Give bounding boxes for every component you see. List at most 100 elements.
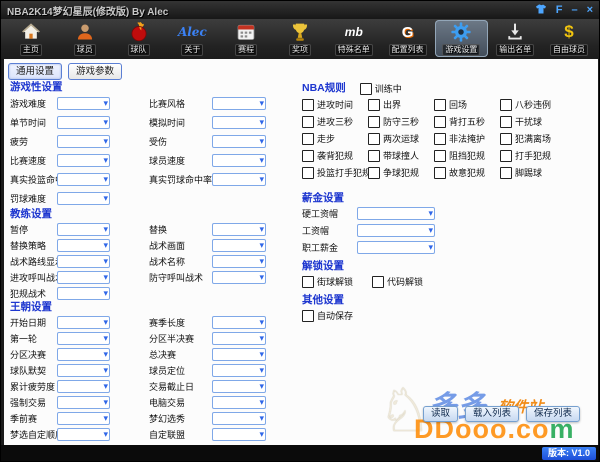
salary-dropdown-2[interactable]: ▾ bbox=[357, 241, 435, 254]
other-0-checkbox[interactable] bbox=[302, 310, 314, 322]
tab-general-settings[interactable]: 通用设置 bbox=[8, 63, 62, 80]
salary-dropdown-1[interactable]: ▾ bbox=[357, 224, 435, 237]
rule-3-2-checkbox[interactable] bbox=[434, 150, 446, 162]
save-list-button[interactable]: 保存列表 bbox=[526, 406, 580, 422]
minimize-button[interactable]: – bbox=[571, 4, 577, 16]
chevron-down-icon: ▾ bbox=[259, 429, 264, 440]
rule-0-2-checkbox[interactable] bbox=[434, 99, 446, 111]
coach-dropdown-0-right[interactable]: ▾ bbox=[212, 223, 266, 236]
toolbar-item-calendar[interactable]: 赛程 bbox=[219, 20, 273, 57]
coach-dropdown-2-left[interactable]: ▾ bbox=[57, 255, 110, 268]
training-checkbox[interactable] bbox=[360, 83, 372, 95]
section-dynasty: 王朝设置开始日期▾赛季长度▾第一轮▾分区半决赛▾分区决赛▾总决赛▾球队默契▾球员… bbox=[10, 301, 274, 442]
dynasty-dropdown-0-left[interactable]: ▾ bbox=[57, 316, 110, 329]
unlock-0-checkbox[interactable] bbox=[302, 276, 314, 288]
rule-4-0-checkbox[interactable] bbox=[302, 167, 314, 179]
toolbar-item-player[interactable]: 球员 bbox=[58, 20, 112, 57]
dynasty-dropdown-0-right[interactable]: ▾ bbox=[212, 316, 266, 329]
gameplay-dropdown-3-right[interactable]: ▾ bbox=[212, 154, 266, 167]
dynasty-dropdown-5-right[interactable]: ▾ bbox=[212, 396, 266, 409]
rule-4-1-checkbox[interactable] bbox=[368, 167, 380, 179]
read-button[interactable]: 读取 bbox=[423, 406, 458, 422]
dynasty-dropdown-3-right[interactable]: ▾ bbox=[212, 364, 266, 377]
coach-dropdown-3-left[interactable]: ▾ bbox=[57, 271, 110, 284]
gameplay-dropdown-4-left[interactable]: ▾ bbox=[57, 173, 110, 186]
rule-0-1-checkbox[interactable] bbox=[368, 99, 380, 111]
toolbar-item-home[interactable]: 主页 bbox=[4, 20, 58, 57]
gameplay-dropdown-0-right[interactable]: ▾ bbox=[212, 97, 266, 110]
tab-game-parameters[interactable]: 游戏参数 bbox=[68, 63, 122, 80]
content-panel: 通用设置 游戏参数 游戏性设置游戏难度▾比赛风格▾单节时间▾模拟时间▾疲劳▾受伤… bbox=[4, 59, 598, 447]
load-list-button[interactable]: 载入列表 bbox=[465, 406, 519, 422]
coach-dropdown-1-right[interactable]: ▾ bbox=[212, 239, 266, 252]
chevron-down-icon: ▾ bbox=[259, 349, 264, 360]
close-button[interactable]: × bbox=[587, 4, 593, 16]
field-label: 游戏难度 bbox=[10, 97, 57, 110]
rule-0-0-checkbox[interactable] bbox=[302, 99, 314, 111]
coach-dropdown-1-left[interactable]: ▾ bbox=[57, 239, 110, 252]
coach-dropdown-4-left[interactable]: ▾ bbox=[57, 287, 110, 300]
field-row: 梦选自定顺序▾自定联盟▾ bbox=[10, 426, 274, 442]
toolbar-item-trophy[interactable]: 奖项 bbox=[273, 20, 327, 57]
rule-2-2-checkbox[interactable] bbox=[434, 133, 446, 145]
rule-2-1-checkbox[interactable] bbox=[368, 133, 380, 145]
toolbar-item-gear[interactable]: 游戏设置 bbox=[435, 20, 489, 57]
rule-0-3-checkbox[interactable] bbox=[500, 99, 512, 111]
toolbar-item-download[interactable]: 输出名单 bbox=[488, 20, 542, 57]
rule-1-3-checkbox[interactable] bbox=[500, 116, 512, 128]
field-label: 战术名称 bbox=[149, 255, 212, 268]
rule-4-2-cell: 故意犯规 bbox=[434, 166, 500, 179]
rule-2-0-checkbox[interactable] bbox=[302, 133, 314, 145]
dynasty-dropdown-7-left[interactable]: ▾ bbox=[57, 428, 110, 441]
dynasty-dropdown-2-left[interactable]: ▾ bbox=[57, 348, 110, 361]
toolbar-item-dollar[interactable]: $自由球员 bbox=[542, 20, 596, 57]
coach-dropdown-0-left[interactable]: ▾ bbox=[57, 223, 110, 236]
dynasty-dropdown-3-left[interactable]: ▾ bbox=[57, 364, 110, 377]
gameplay-dropdown-2-right[interactable]: ▾ bbox=[212, 135, 266, 148]
rule-3-0-label: 袭背犯规 bbox=[317, 149, 353, 162]
rule-2-3-checkbox[interactable] bbox=[500, 133, 512, 145]
gameplay-dropdown-1-left[interactable]: ▾ bbox=[57, 116, 110, 129]
rule-0-3-label: 八秒违例 bbox=[515, 98, 551, 111]
chevron-down-icon: ▾ bbox=[103, 136, 108, 147]
gameplay-dropdown-4-right[interactable]: ▾ bbox=[212, 173, 266, 186]
rule-4-2-checkbox[interactable] bbox=[434, 167, 446, 179]
gameplay-dropdown-3-left[interactable]: ▾ bbox=[57, 154, 110, 167]
chevron-down-icon: ▾ bbox=[103, 349, 108, 360]
rule-3-3-cell: 打手犯规 bbox=[500, 149, 566, 162]
chevron-down-icon: ▾ bbox=[259, 317, 264, 328]
dynasty-dropdown-4-left[interactable]: ▾ bbox=[57, 380, 110, 393]
rule-4-3-checkbox[interactable] bbox=[500, 167, 512, 179]
dynasty-dropdown-4-right[interactable]: ▾ bbox=[212, 380, 266, 393]
shirt-icon[interactable] bbox=[535, 3, 547, 18]
dynasty-dropdown-5-left[interactable]: ▾ bbox=[57, 396, 110, 409]
gameplay-dropdown-1-right[interactable]: ▾ bbox=[212, 116, 266, 129]
dynasty-dropdown-7-right[interactable]: ▾ bbox=[212, 428, 266, 441]
rule-3-3-checkbox[interactable] bbox=[500, 150, 512, 162]
rule-3-0-checkbox[interactable] bbox=[302, 150, 314, 162]
toolbar-item-label: 赛程 bbox=[235, 44, 257, 56]
rule-3-1-checkbox[interactable] bbox=[368, 150, 380, 162]
rule-1-2-checkbox[interactable] bbox=[434, 116, 446, 128]
gameplay-dropdown-2-left[interactable]: ▾ bbox=[57, 135, 110, 148]
dynasty-dropdown-1-right[interactable]: ▾ bbox=[212, 332, 266, 345]
toolbar-item-label: 关于 bbox=[181, 44, 203, 56]
toolbar-item-alec-signature[interactable]: Alec关于 bbox=[165, 20, 219, 57]
unlock-1-checkbox[interactable] bbox=[372, 276, 384, 288]
rule-1-1-checkbox[interactable] bbox=[368, 116, 380, 128]
dynasty-dropdown-6-left[interactable]: ▾ bbox=[57, 412, 110, 425]
coach-dropdown-2-right[interactable]: ▾ bbox=[212, 255, 266, 268]
toolbar-item-mb[interactable]: mb特殊名单 bbox=[327, 20, 381, 57]
coach-dropdown-3-right[interactable]: ▾ bbox=[212, 271, 266, 284]
rule-1-0-checkbox[interactable] bbox=[302, 116, 314, 128]
toolbar-item-g[interactable]: G配置列表 bbox=[381, 20, 435, 57]
dynasty-dropdown-2-right[interactable]: ▾ bbox=[212, 348, 266, 361]
rules-row: 投篮打手犯规争球犯规故意犯规脚踢球 bbox=[302, 164, 596, 181]
dynasty-dropdown-1-left[interactable]: ▾ bbox=[57, 332, 110, 345]
salary-dropdown-0[interactable]: ▾ bbox=[357, 207, 435, 220]
feedback-icon[interactable]: F bbox=[556, 4, 563, 16]
gameplay-dropdown-5-left[interactable]: ▾ bbox=[57, 192, 110, 205]
toolbar-item-team[interactable]: 球队 bbox=[112, 20, 166, 57]
dynasty-dropdown-6-right[interactable]: ▾ bbox=[212, 412, 266, 425]
gameplay-dropdown-0-left[interactable]: ▾ bbox=[57, 97, 110, 110]
